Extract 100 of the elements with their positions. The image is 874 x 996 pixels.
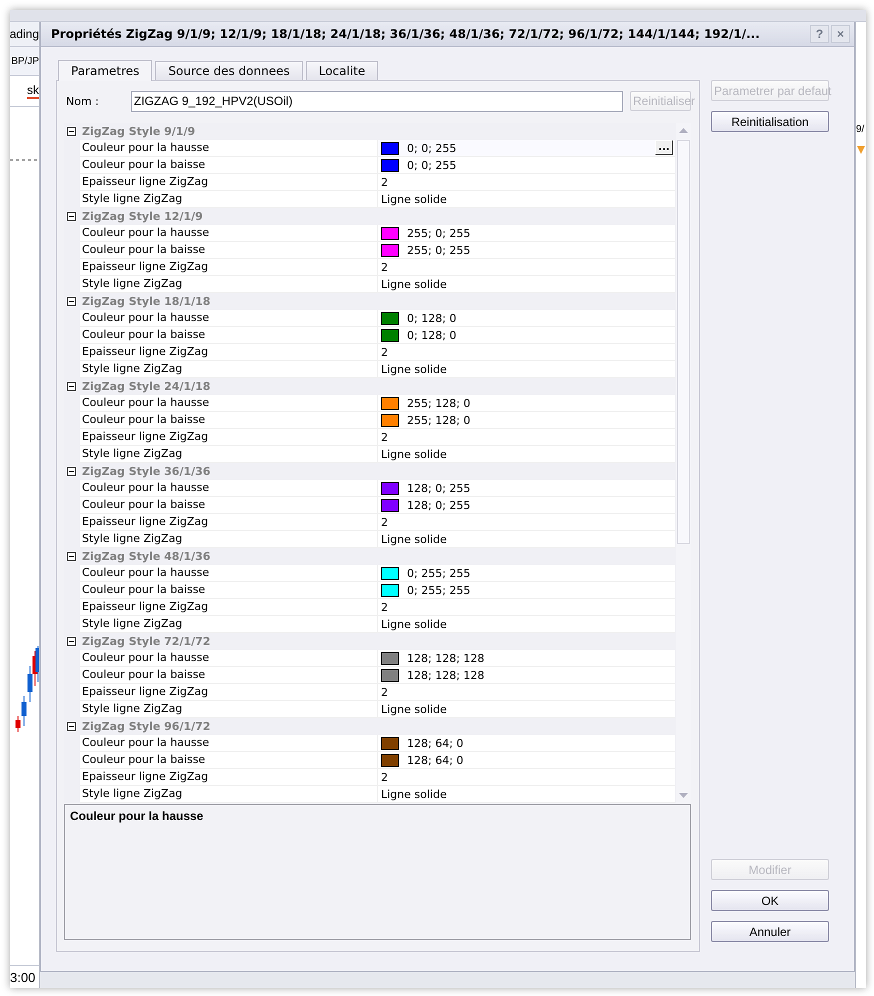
property-value-cell[interactable]: 2 [378, 174, 675, 190]
collapse-icon[interactable] [67, 212, 76, 221]
property-label[interactable]: Style ligne ZigZag [80, 446, 378, 462]
property-label[interactable]: Epaisseur ligne ZigZag [80, 599, 378, 615]
property-label[interactable]: Style ligne ZigZag [80, 701, 378, 717]
property-value-cell[interactable]: Ligne solide [378, 276, 675, 292]
property-label[interactable]: Couleur pour la baisse [80, 582, 378, 598]
property-label[interactable]: Couleur pour la baisse [80, 667, 378, 683]
property-value: 2 [381, 260, 388, 274]
property-value: 128; 64; 0 [407, 754, 464, 766]
property-label[interactable]: Epaisseur ligne ZigZag [80, 259, 378, 275]
group-title: ZigZag Style 24/1/18 [82, 380, 210, 393]
property-value-cell[interactable]: Ligne solide [378, 701, 675, 717]
property-value-cell[interactable]: 128; 64; 0 [378, 735, 675, 751]
tab[interactable]: Localite [306, 61, 378, 80]
property-value-cell[interactable]: 128; 128; 128 [378, 650, 675, 666]
property-value: Ligne solide [381, 278, 447, 290]
property-value: Ligne solide [381, 788, 447, 800]
property-value: Ligne solide [381, 448, 447, 460]
property-label[interactable]: Epaisseur ligne ZigZag [80, 174, 378, 190]
property-value-cell[interactable]: 255; 0; 255 [378, 242, 675, 258]
property-label[interactable]: Couleur pour la hausse [80, 225, 378, 241]
property-value-cell[interactable]: Ligne solide [378, 191, 675, 207]
property-label[interactable]: Epaisseur ligne ZigZag [80, 514, 378, 530]
property-value: 255; 0; 255 [407, 244, 470, 256]
property-value: 2 [381, 600, 388, 614]
property-value-cell[interactable]: 0; 255; 255 [378, 565, 675, 581]
property-value-cell[interactable]: 128; 0; 255 [378, 497, 675, 513]
property-label[interactable]: Couleur pour la hausse [80, 480, 378, 496]
property-label[interactable]: Couleur pour la baisse [80, 497, 378, 513]
edit-button[interactable]: ... [655, 140, 673, 155]
group-title: ZigZag Style 48/1/36 [82, 550, 210, 563]
group-title: ZigZag Style 18/1/18 [82, 295, 210, 308]
collapse-icon[interactable] [67, 297, 76, 306]
property-value-cell[interactable]: 128; 64; 0 [378, 752, 675, 768]
property-value-cell[interactable]: Ligne solide [378, 531, 675, 547]
property-value: 2 [381, 176, 388, 188]
property-value-cell[interactable]: 2 [378, 599, 675, 615]
property-label[interactable]: Style ligne ZigZag [80, 191, 378, 207]
property-label[interactable]: Couleur pour la baisse [80, 752, 378, 768]
property-value-cell[interactable]: 255; 0; 255 [378, 225, 675, 241]
property-label[interactable]: Style ligne ZigZag [80, 276, 378, 292]
property-label[interactable]: Couleur pour la baisse [80, 412, 378, 428]
property-value: 0; 128; 0 [407, 328, 456, 342]
property-value-cell[interactable]: Ligne solide [378, 361, 675, 377]
property-label[interactable]: Couleur pour la baisse [80, 327, 378, 343]
collapse-icon[interactable] [67, 552, 76, 561]
property-value-cell[interactable]: 2 [378, 769, 675, 785]
collapse-icon[interactable] [67, 722, 76, 731]
property-label[interactable]: Epaisseur ligne ZigZag [80, 429, 378, 445]
property-value-cell[interactable]: 2 [378, 684, 675, 700]
collapse-icon[interactable] [67, 382, 76, 391]
property-label[interactable]: Couleur pour la hausse [80, 395, 378, 411]
property-value: 255; 0; 255 [407, 226, 470, 240]
collapse-icon[interactable] [67, 637, 76, 646]
property-label[interactable]: Couleur pour la hausse [80, 650, 378, 666]
property-value-cell[interactable]: 2 [378, 344, 675, 360]
property-label[interactable]: Epaisseur ligne ZigZag [80, 769, 378, 785]
property-label[interactable]: Style ligne ZigZag [80, 361, 378, 377]
property-value-cell[interactable]: Ligne solide [378, 616, 675, 632]
property-label[interactable]: Couleur pour la baisse [80, 242, 378, 258]
property-value: 128; 0; 255 [407, 498, 470, 512]
property-value-cell[interactable]: 2 [378, 429, 675, 445]
property-value-cell[interactable]: Ligne solide [378, 786, 675, 802]
property-label[interactable]: Epaisseur ligne ZigZag [80, 684, 378, 700]
collapse-icon[interactable] [67, 467, 76, 476]
property-value-cell[interactable]: 2 [378, 259, 675, 275]
property-value-cell[interactable]: Ligne solide [378, 446, 675, 462]
property-value-cell[interactable]: 128; 128; 128 [378, 667, 675, 683]
property-value-cell[interactable]: 255; 128; 0 [378, 395, 675, 411]
dialog-button[interactable]: Reinitialisation [711, 111, 829, 132]
property-label[interactable]: Style ligne ZigZag [80, 531, 378, 547]
dialog-button[interactable]: Annuler [711, 921, 829, 942]
property-value-cell[interactable]: 0; 0; 255 [378, 157, 675, 173]
property-value-cell[interactable]: 0; 255; 255 [378, 582, 675, 598]
property-value-cell[interactable]: 255; 128; 0 [378, 412, 675, 428]
property-value-cell[interactable]: 0; 128; 0 [378, 310, 675, 326]
date-label: 9/ [856, 124, 864, 137]
name-field[interactable]: ZIGZAG 9_192_HPV2(USOil) [130, 90, 623, 112]
close-button[interactable]: × [831, 25, 850, 43]
property-value-cell[interactable]: 0; 128; 0 [378, 327, 675, 343]
property-label[interactable]: Couleur pour la hausse [80, 310, 378, 326]
property-label[interactable]: Couleur pour la hausse [80, 735, 378, 751]
property-value: 255; 128; 0 [407, 414, 470, 426]
scrollbar[interactable] [676, 123, 691, 803]
property-value-cell[interactable]: 128; 0; 255 [378, 480, 675, 496]
scrollbar-thumb[interactable] [677, 140, 690, 544]
collapse-icon[interactable] [67, 127, 76, 136]
property-value-cell[interactable]: 2 [378, 514, 675, 530]
property-label[interactable]: Epaisseur ligne ZigZag [80, 344, 378, 360]
property-label[interactable]: Style ligne ZigZag [80, 786, 378, 802]
property-value-cell[interactable]: 0; 0; 255 ... [378, 140, 675, 156]
tab[interactable]: Source des donnees [155, 61, 303, 80]
property-label[interactable]: Couleur pour la hausse [80, 565, 378, 581]
window-title: Propriétés ZigZag 9/1/9; 12/1/9; 18/1/18; 24/1/18; 36/1/36; 48/1/36; 72/1/72; 96/1/72; 144/1/144; 192/1/... [51, 27, 761, 41]
dialog-button[interactable]: OK [711, 890, 829, 911]
property-label[interactable]: Couleur pour la baisse [80, 157, 378, 173]
help-button[interactable]: ? [810, 25, 829, 43]
property-label[interactable]: Style ligne ZigZag [80, 616, 378, 632]
tab[interactable]: Parametres [58, 60, 152, 81]
